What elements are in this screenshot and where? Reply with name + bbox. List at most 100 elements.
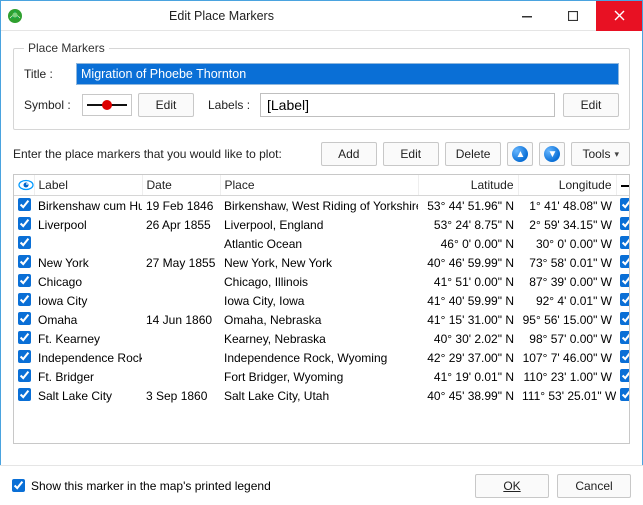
row-place: Salt Lake City, Utah [220,386,418,405]
row-route-checkbox[interactable] [620,255,630,268]
delete-button[interactable]: Delete [445,142,502,166]
row-latitude: 41° 51' 0.00" N [418,272,518,291]
row-date: 3 Sep 1860 [142,386,220,405]
table-row[interactable]: Ft. KearneyKearney, Nebraska40° 30' 2.02… [14,329,630,348]
labels-label: Labels : [208,98,260,112]
row-visible-checkbox[interactable] [18,388,31,401]
row-label: Iowa City [34,291,142,310]
row-date: 26 Apr 1855 [142,215,220,234]
row-longitude: 107° 7' 46.00" W [518,348,616,367]
row-label: Ft. Bridger [34,367,142,386]
row-visible-checkbox[interactable] [18,274,31,287]
symbol-preview [82,94,132,116]
ok-button[interactable]: OK [475,474,549,498]
col-visible-header[interactable] [14,175,34,196]
table-row[interactable]: Iowa CityIowa City, Iowa41° 40' 59.99" N… [14,291,630,310]
row-longitude: 111° 53' 25.01" W [518,386,616,405]
table-row[interactable]: Salt Lake City3 Sep 1860Salt Lake City, … [14,386,630,405]
row-latitude: 40° 46' 59.99" N [418,253,518,272]
titlebar: Edit Place Markers [1,1,642,31]
row-visible-checkbox[interactable] [18,198,31,211]
row-longitude: 87° 39' 0.00" W [518,272,616,291]
row-date: 14 Jun 1860 [142,310,220,329]
footer-buttons: OK Cancel [475,474,631,498]
row-date [142,329,220,348]
row-visible-checkbox[interactable] [18,369,31,382]
row-longitude: 30° 0' 0.00" W [518,234,616,253]
table-header-row: Label Date Place Latitude Longitude [14,175,630,196]
markers-table[interactable]: Label Date Place Latitude Longitude Birk… [14,175,630,405]
row-visible-checkbox[interactable] [18,293,31,306]
labels-edit-button[interactable]: Edit [563,93,619,117]
row-route-checkbox[interactable] [620,236,630,249]
table-row[interactable]: Omaha14 Jun 1860Omaha, Nebraska41° 15' 3… [14,310,630,329]
col-lon-header[interactable]: Longitude [518,175,616,196]
row-visible-checkbox[interactable] [18,350,31,363]
col-label-header[interactable]: Label [34,175,142,196]
row-place: Fort Bridger, Wyoming [220,367,418,386]
row-longitude: 73° 58' 0.01" W [518,253,616,272]
table-row[interactable]: Ft. BridgerFort Bridger, Wyoming41° 19' … [14,367,630,386]
row-route-checkbox[interactable] [620,350,630,363]
row-visible-checkbox[interactable] [18,331,31,344]
row-date [142,291,220,310]
close-button[interactable] [596,1,642,31]
row-visible-checkbox[interactable] [18,236,31,249]
row-date: 19 Feb 1846 [142,196,220,216]
table-row[interactable]: New York27 May 1855New York, New York40°… [14,253,630,272]
row-route-checkbox[interactable] [620,198,630,211]
row-label: Birkenshaw cum Hunsworth [34,196,142,216]
legend-checkbox[interactable] [12,479,25,492]
row-route-checkbox[interactable] [620,217,630,230]
title-input[interactable] [76,63,619,85]
dialog-footer: Show this marker in the map's printed le… [0,465,643,505]
row-longitude: 95° 56' 15.00" W [518,310,616,329]
row-route-checkbox[interactable] [620,331,630,344]
col-place-header[interactable]: Place [220,175,418,196]
place-markers-group: Place Markers Title : Symbol : Edit Labe… [13,41,630,130]
move-up-button[interactable]: ▲ [507,142,533,166]
row-route-checkbox[interactable] [620,274,630,287]
row-longitude: 1° 41' 48.08" W [518,196,616,216]
row-visible-checkbox[interactable] [18,255,31,268]
row-latitude: 40° 30' 2.02" N [418,329,518,348]
row-route-checkbox[interactable] [620,369,630,382]
edit-button[interactable]: Edit [383,142,439,166]
table-row[interactable]: ChicagoChicago, Illinois41° 51' 0.00" N8… [14,272,630,291]
row-place: Independence Rock, Wyoming [220,348,418,367]
maximize-button[interactable] [550,1,596,31]
row-route-checkbox[interactable] [620,293,630,306]
add-button[interactable]: Add [321,142,377,166]
row-visible-checkbox[interactable] [18,312,31,325]
labels-input[interactable] [260,93,555,117]
legend-checkbox-label[interactable]: Show this marker in the map's printed le… [31,479,271,493]
col-date-header[interactable]: Date [142,175,220,196]
tools-button[interactable]: Tools [571,142,630,166]
table-toolbar: Add Edit Delete ▲ ▼ Tools [321,142,630,166]
table-row[interactable]: Liverpool26 Apr 1855Liverpool, England53… [14,215,630,234]
row-latitude: 42° 29' 37.00" N [418,348,518,367]
toolbar-row: Enter the place markers that you would l… [13,142,630,166]
row-route-checkbox[interactable] [620,388,630,401]
row-label: Liverpool [34,215,142,234]
move-down-button[interactable]: ▼ [539,142,565,166]
symbol-edit-button[interactable]: Edit [138,93,194,117]
col-lat-header[interactable]: Latitude [418,175,518,196]
minimize-button[interactable] [504,1,550,31]
row-place: Liverpool, England [220,215,418,234]
row-label: Ft. Kearney [34,329,142,348]
cancel-button[interactable]: Cancel [557,474,631,498]
window-title: Edit Place Markers [0,9,504,23]
symbol-labels-row: Symbol : Edit Labels : Edit [24,93,619,117]
table-row[interactable]: Atlantic Ocean46° 0' 0.00" N30° 0' 0.00"… [14,234,630,253]
row-longitude: 92° 4' 0.01" W [518,291,616,310]
row-place: Atlantic Ocean [220,234,418,253]
row-place: Iowa City, Iowa [220,291,418,310]
table-row[interactable]: Birkenshaw cum Hunsworth19 Feb 1846Birke… [14,196,630,216]
row-visible-checkbox[interactable] [18,217,31,230]
window-controls [504,1,642,31]
row-route-checkbox[interactable] [620,312,630,325]
row-place: New York, New York [220,253,418,272]
table-row[interactable]: Independence RockIndependence Rock, Wyom… [14,348,630,367]
col-route-header[interactable] [616,175,630,196]
